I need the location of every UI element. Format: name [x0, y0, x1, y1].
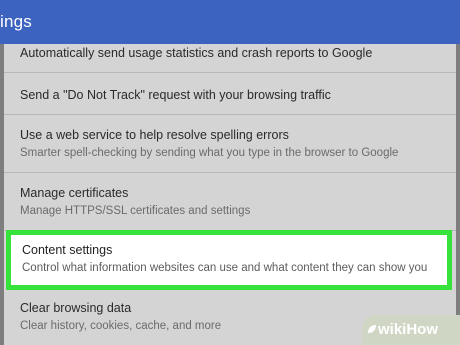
- setting-subtitle: Smarter spell-checking by sending what y…: [20, 147, 399, 159]
- watermark-text: wikiHow: [378, 321, 439, 338]
- divider: [4, 72, 456, 73]
- setting-title: Clear browsing data: [20, 301, 132, 315]
- setting-title: Manage certificates: [20, 186, 129, 200]
- setting-spelling-service[interactable]: Use a web service to help resolve spelli…: [4, 128, 456, 159]
- setting-manage-certificates[interactable]: Manage certificates Manage HTTPS/SSL cer…: [4, 186, 456, 217]
- setting-title: Content settings: [22, 243, 113, 257]
- page-title: ings: [0, 12, 32, 31]
- content-settings-highlight[interactable]: Content settings Control what informatio…: [6, 230, 452, 290]
- app-header: ings: [0, 0, 460, 44]
- setting-subtitle: Manage HTTPS/SSL certificates and settin…: [20, 205, 251, 217]
- setting-content-settings[interactable]: Content settings Control what informatio…: [11, 243, 460, 274]
- setting-usage-statistics[interactable]: Automatically send usage statistics and …: [4, 46, 456, 60]
- divider: [4, 114, 456, 115]
- settings-panel: Automatically send usage statistics and …: [4, 44, 456, 345]
- setting-do-not-track[interactable]: Send a "Do Not Track" request with your …: [4, 88, 456, 102]
- divider: [4, 172, 456, 173]
- setting-subtitle: Control what information websites can us…: [22, 262, 428, 274]
- leaf-icon: [368, 325, 376, 333]
- setting-title: Send a "Do Not Track" request with your …: [20, 88, 331, 102]
- setting-title: Use a web service to help resolve spelli…: [20, 128, 289, 142]
- wikihow-watermark: wikiHow: [362, 315, 460, 345]
- setting-title: Automatically send usage statistics and …: [20, 46, 373, 60]
